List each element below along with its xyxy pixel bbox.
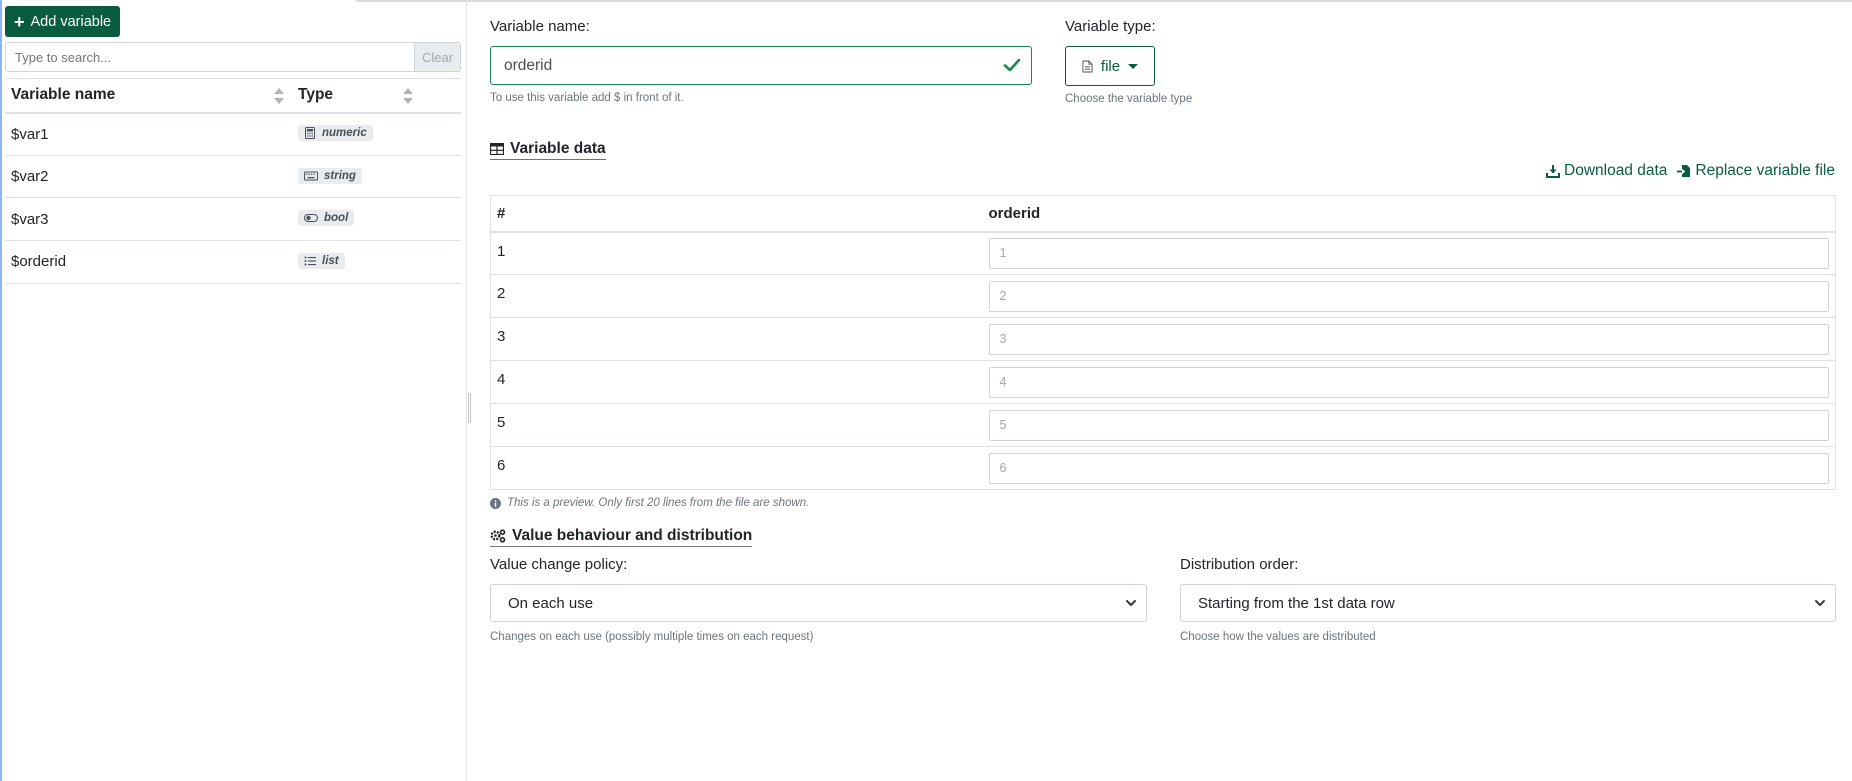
add-variable-label: Add variable xyxy=(30,13,112,30)
clear-search-button[interactable]: Clear xyxy=(414,43,460,71)
file-import-icon xyxy=(1677,165,1691,177)
variable-type-help: Choose the variable type xyxy=(1065,93,1193,105)
search-group: Clear xyxy=(5,42,461,72)
check-icon xyxy=(1003,58,1021,72)
column-header-variable-name[interactable]: Variable name xyxy=(5,78,292,114)
gears-icon xyxy=(490,529,506,543)
top-border xyxy=(356,0,1852,2)
replace-variable-file-link[interactable]: Replace variable file xyxy=(1677,162,1835,180)
column-header-index: # xyxy=(490,195,983,233)
table-row: 4 4 xyxy=(490,360,1836,404)
value-change-policy-label: Value change policy: xyxy=(490,556,628,573)
sort-icon xyxy=(403,88,413,104)
calculator-icon xyxy=(305,127,315,140)
info-icon xyxy=(490,497,501,509)
row-index: 3 xyxy=(490,317,983,361)
plus-icon: + xyxy=(14,11,25,32)
row-value-input[interactable]: 5 xyxy=(988,409,1829,441)
distribution-order-help: Choose how the values are distributed xyxy=(1180,631,1376,643)
value-behaviour-title: Value behaviour and distribution xyxy=(490,527,753,547)
variables-sidebar: + Add variable Clear Variable name Type … xyxy=(0,0,467,781)
caret-down-icon xyxy=(1128,63,1139,69)
chevron-down-icon xyxy=(1815,600,1825,606)
variables-table: Variable name Type $var1 numeric $var2 s… xyxy=(5,78,461,284)
row-index: 1 xyxy=(490,231,983,275)
variable-name-help: To use this variable add $ in front of i… xyxy=(490,92,684,104)
variable-type-dropdown[interactable]: file xyxy=(1065,46,1155,86)
chevron-down-icon xyxy=(1126,600,1136,606)
search-input[interactable] xyxy=(6,43,414,71)
row-index: 4 xyxy=(490,360,983,404)
distribution-order-select[interactable]: Starting from the 1st data row xyxy=(1180,584,1836,622)
toggle-icon xyxy=(304,214,318,223)
variable-name: $orderid xyxy=(5,240,292,284)
variable-name: $var2 xyxy=(5,155,292,199)
download-data-link[interactable]: Download data xyxy=(1546,162,1667,180)
column-header-type[interactable]: Type xyxy=(292,78,461,114)
variable-name-input[interactable]: orderid xyxy=(490,46,1032,85)
type-badge: string xyxy=(298,167,362,184)
row-value-input[interactable]: 4 xyxy=(988,366,1829,398)
download-icon xyxy=(1546,165,1560,178)
variable-name: $var3 xyxy=(5,197,292,242)
preview-note: This is a preview. Only first 20 lines f… xyxy=(490,497,809,509)
pane-resize-handle[interactable] xyxy=(468,393,471,423)
row-index: 6 xyxy=(490,446,983,490)
variable-row[interactable]: $var1 numeric xyxy=(5,112,461,156)
sort-icon xyxy=(274,88,284,104)
value-change-policy-help: Changes on each use (possibly multiple t… xyxy=(490,631,814,643)
row-value-input[interactable]: 1 xyxy=(988,237,1829,269)
list-icon xyxy=(304,256,316,266)
column-header-value: orderid xyxy=(982,195,1836,233)
table-row: 3 3 xyxy=(490,317,1836,361)
value-change-policy-select[interactable]: On each use xyxy=(490,584,1147,622)
table-icon xyxy=(490,143,504,155)
variable-type-label: Variable type: xyxy=(1065,18,1156,35)
row-index: 5 xyxy=(490,403,983,447)
table-row: 5 5 xyxy=(490,403,1836,447)
variable-row[interactable]: $orderid list xyxy=(5,240,461,284)
row-value-input[interactable]: 6 xyxy=(988,452,1829,484)
add-variable-button[interactable]: + Add variable xyxy=(5,6,121,37)
file-icon xyxy=(1082,60,1093,72)
type-badge: bool xyxy=(298,210,355,227)
distribution-order-label: Distribution order: xyxy=(1180,556,1299,573)
data-actions: Download data Replace variable file xyxy=(1546,162,1835,180)
variable-row[interactable]: $var3 bool xyxy=(5,197,461,242)
keyboard-icon xyxy=(304,171,318,181)
variable-data-title: Variable data xyxy=(490,140,606,160)
row-value-input[interactable]: 2 xyxy=(988,280,1829,312)
table-row: 6 6 xyxy=(490,446,1836,490)
row-value-input[interactable]: 3 xyxy=(988,323,1829,355)
variable-data-table: # orderid 1 1 2 2 3 3 4 4 5 5 6 6 xyxy=(490,195,1836,490)
variable-name-label: Variable name: xyxy=(490,18,590,35)
table-row: 1 1 xyxy=(490,231,1836,275)
variable-name: $var1 xyxy=(5,112,292,156)
table-row: 2 2 xyxy=(490,274,1836,318)
type-badge: list xyxy=(298,252,345,269)
variable-row[interactable]: $var2 string xyxy=(5,155,461,199)
type-badge: numeric xyxy=(298,125,373,142)
row-index: 2 xyxy=(490,274,983,318)
